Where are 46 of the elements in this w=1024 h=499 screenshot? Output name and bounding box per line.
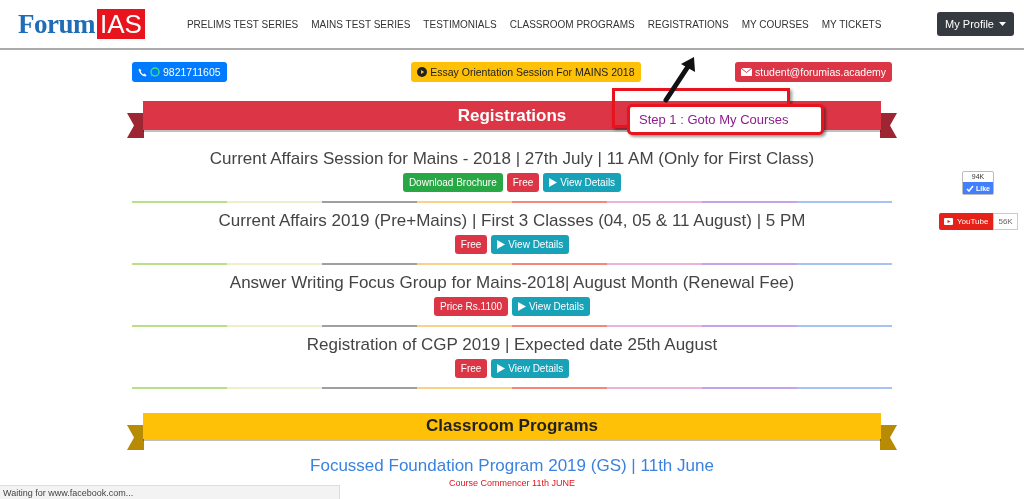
details-button[interactable]: View Details [491, 359, 570, 378]
play-icon [944, 218, 953, 225]
nav-link[interactable]: MY COURSES [741, 18, 809, 30]
details-button[interactable]: View Details [543, 173, 622, 192]
caret-icon [999, 22, 1006, 26]
price-button[interactable]: Free [506, 173, 540, 192]
status-text: Waiting for www.facebook.com... [3, 488, 134, 498]
phone-icon [138, 67, 147, 77]
price-button[interactable]: Price Rs.1100 [434, 297, 509, 316]
subscribe-button[interactable]: YouTube [939, 213, 994, 230]
course-title: Registration of CGP 2019 | Expected date 25th August [306, 335, 718, 355]
program-link[interactable]: Focussed Foundation Program 2019 (GS) | 11th June [310, 456, 714, 476]
course-note: Course Commencer 11th JUNE [449, 478, 575, 488]
download-button[interactable]: Download Brochure [402, 173, 503, 192]
ribbon-fold [880, 425, 897, 450]
course-title: Current Affairs 2019 (Pre+Mains) | First 3 Classes (04, 05 & 11 August) | 5 PM [218, 211, 806, 231]
nav-link[interactable]: MAINS TEST SERIES [311, 18, 411, 30]
play-icon [497, 240, 506, 249]
envelope-icon [741, 68, 753, 76]
phone-button[interactable]: 9821711605 [132, 62, 227, 82]
play-icon [549, 178, 558, 187]
ribbon-fold [127, 425, 144, 450]
price-button[interactable]: Free [454, 235, 488, 254]
price-button[interactable]: Free [454, 359, 488, 378]
play-circle-icon [417, 67, 428, 77]
nav-link[interactable]: PRELIMS TEST SERIES [186, 18, 299, 30]
pointer-arrow [663, 57, 695, 103]
step-callout: Step 1 : Goto My Courses [627, 104, 824, 135]
nav-link[interactable]: MY TICKETS [821, 18, 882, 30]
event-button[interactable]: Essay Orientation Session For MAINS 2018 [411, 62, 641, 82]
chat-icon [150, 67, 160, 77]
check-icon [966, 184, 974, 192]
profile-button[interactable]: My Profile [937, 12, 1014, 36]
subscriber-count: 56K [993, 213, 1018, 230]
nav-link[interactable]: CLASSROOM PROGRAMS [509, 18, 635, 30]
course-title: Answer Writing Focus Group for Mains-2018| August Month (Renewal Fee) [229, 273, 795, 293]
email-button[interactable]: student@forumias.academy [735, 62, 892, 82]
logo-badge[interactable]: IAS [97, 9, 145, 39]
play-icon [497, 364, 506, 373]
course-title: Current Affairs Session for Mains - 2018 | 27th July | 11 AM (Only for First Class) [209, 149, 815, 169]
logo-wordmark[interactable]: Forum [18, 8, 95, 40]
details-button[interactable]: View Details [491, 235, 570, 254]
nav-link[interactable]: TESTIMONIALS [423, 18, 497, 30]
details-button[interactable]: View Details [512, 297, 590, 316]
nav-link[interactable]: REGISTRATIONS [647, 18, 729, 30]
play-icon [518, 302, 527, 311]
